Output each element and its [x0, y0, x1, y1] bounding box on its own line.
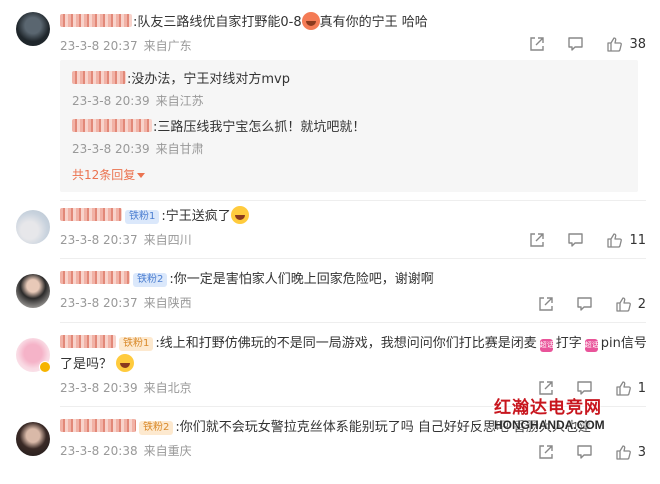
- comment-button[interactable]: [567, 36, 584, 52]
- super-topic-icon[interactable]: 超话: [584, 339, 599, 352]
- reply-meta: 23-3-8 20:39 来自甘肃: [72, 142, 204, 156]
- comment-icon: [568, 37, 584, 51]
- avatar[interactable]: [16, 338, 51, 373]
- avatar[interactable]: [16, 12, 50, 46]
- caret-down-icon: [137, 173, 146, 178]
- smile-emoji-icon: [116, 354, 135, 372]
- comment-button[interactable]: [576, 296, 593, 312]
- comment-text-line2: 了是吗？: [60, 354, 646, 375]
- like-button[interactable]: 38: [606, 36, 646, 52]
- blurred-username[interactable]: [60, 208, 122, 221]
- like-button[interactable]: 2: [615, 296, 646, 312]
- comment-icon: [577, 297, 592, 311]
- reply-item: :没办法，宁王对线对方mvp 23-3-8 20:39 来自江苏: [60, 60, 638, 110]
- like-count: 38: [629, 36, 646, 52]
- share-button[interactable]: [538, 444, 554, 460]
- share-icon: [530, 37, 545, 51]
- fan-badge: 铁粉2: [133, 273, 168, 287]
- share-icon: [539, 381, 553, 395]
- share-icon: [530, 233, 545, 247]
- divider: [60, 258, 646, 259]
- thumbs-up-icon: [607, 233, 623, 248]
- comment-actions: 1: [538, 380, 646, 396]
- watermark: 红瀚达电竞网 HONGHANDA.COM: [494, 398, 660, 432]
- comment-location: 来自广东: [143, 39, 192, 53]
- reply-list: :没办法，宁王对线对方mvp 23-3-8 20:39 来自江苏 :三路压线我宁宝…: [60, 60, 638, 192]
- reply-item: :三路压线我宁宝怎么抓！就坑吧就！ 23-3-8 20:39 来自甘肃: [60, 110, 638, 160]
- comment-icon: [577, 381, 592, 395]
- comment-actions: 3: [538, 444, 646, 460]
- more-replies-link[interactable]: 共12条回复: [60, 160, 638, 188]
- thumbs-up-icon: [616, 297, 631, 312]
- comment-text: 铁粉2:你一定是害怕家人们晚上回家危险吧，谢谢啊: [60, 270, 646, 290]
- verified-badge-icon: [39, 361, 51, 373]
- comment-icon: [568, 233, 584, 247]
- blurred-username[interactable]: [60, 419, 136, 432]
- like-count: 3: [637, 444, 646, 460]
- blurred-username[interactable]: [72, 119, 152, 132]
- like-count: 11: [629, 232, 646, 248]
- share-button[interactable]: [529, 36, 545, 52]
- comment-button[interactable]: [567, 232, 584, 248]
- comment-button[interactable]: [576, 380, 593, 396]
- super-topic-icon[interactable]: 超话: [539, 339, 554, 352]
- thumbs-up-icon: [616, 381, 631, 396]
- share-icon: [539, 445, 553, 459]
- fan-badge: 铁粉1: [119, 337, 154, 351]
- share-button[interactable]: [538, 380, 554, 396]
- blurred-username[interactable]: [60, 14, 132, 27]
- thumbs-up-icon: [607, 37, 623, 52]
- blurred-username[interactable]: [60, 271, 130, 284]
- share-icon: [539, 297, 553, 311]
- like-button[interactable]: 1: [615, 380, 646, 396]
- divider: [60, 322, 646, 323]
- like-button[interactable]: 3: [615, 444, 646, 460]
- comment-actions: 2: [538, 296, 646, 312]
- fan-badge: 铁粉1: [125, 210, 160, 224]
- watermark-en: HONGHANDA.COM: [494, 418, 605, 432]
- comment-text: 铁粉1:线上和打野仿佛玩的不是同一局游戏，我想问问你们打比赛是闭麦 超话 打字 超话 p…: [60, 334, 647, 354]
- comment-actions: 38: [529, 36, 646, 52]
- share-button[interactable]: [529, 232, 545, 248]
- share-button[interactable]: [538, 296, 554, 312]
- comment-text: :队友三路线优自家打野能0-8 真有你的宁王 哈哈: [60, 12, 646, 33]
- avatar[interactable]: [16, 422, 50, 456]
- comment-actions: 11: [529, 232, 646, 248]
- avatar[interactable]: [16, 274, 50, 308]
- divider: [60, 200, 646, 201]
- comment-icon: [577, 445, 592, 459]
- comment-text: 铁粉1:宁王送疯了: [60, 206, 646, 227]
- blurred-username[interactable]: [60, 335, 116, 348]
- blurred-username[interactable]: [72, 71, 126, 84]
- laughing-emoji-icon: [230, 206, 249, 224]
- like-count: 2: [637, 296, 646, 312]
- comment-button[interactable]: [576, 444, 593, 460]
- avatar[interactable]: [16, 210, 50, 244]
- watermark-cn: 红瀚达电竞网: [494, 398, 602, 418]
- reply-meta: 23-3-8 20:39 来自江苏: [72, 94, 204, 108]
- fan-badge: 铁粉2: [139, 421, 174, 435]
- like-button[interactable]: 11: [606, 232, 646, 248]
- comment-date: 23-3-8 20:37: [60, 39, 138, 53]
- reply-text: :没办法，宁王对线对方mvp: [72, 70, 626, 90]
- thumbs-up-icon: [616, 445, 631, 460]
- reply-text: :三路压线我宁宝怎么抓！就坑吧就！: [72, 118, 626, 138]
- angry-emoji-icon: [301, 12, 320, 30]
- like-count: 1: [637, 380, 646, 396]
